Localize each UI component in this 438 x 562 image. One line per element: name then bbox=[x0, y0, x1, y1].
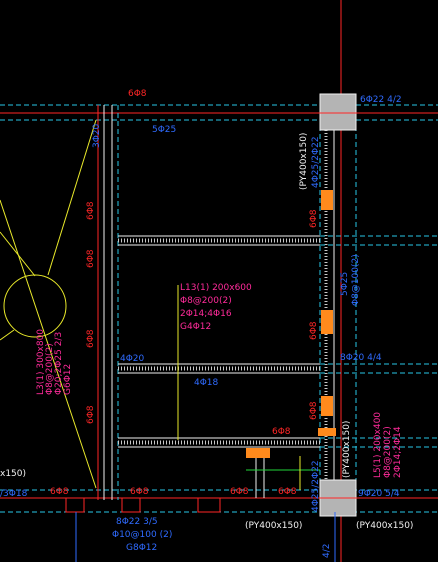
label-col-pier-low: (PY400x150) bbox=[342, 421, 352, 478]
label-left-edge-bottom: /3Φ18 bbox=[0, 489, 28, 499]
label-right-rebar-bottom: 9Φ20 5/4 bbox=[358, 489, 400, 499]
label-col-pier-top: (PY400x150) bbox=[299, 133, 309, 190]
label-left-beam-side: G6Φ12 bbox=[63, 364, 73, 395]
label-right-rebar-mid: 8Φ20 4/4 bbox=[340, 353, 382, 363]
label-top-beam-rebar: 5Φ25 bbox=[152, 125, 176, 135]
label-bottom-stirrup-d: 6Φ8 bbox=[278, 487, 297, 497]
label-col-pier-right-stirrup: Φ8@100(2) bbox=[351, 254, 361, 306]
label-beam-l13-side: G4Φ12 bbox=[180, 322, 211, 332]
label-beam-l13-name: L13(1) 200x600 bbox=[180, 283, 252, 293]
label-beam-l5-name: L5(1) 200x400 bbox=[373, 412, 383, 478]
label-bottom-stirrup-a: 6Φ8 bbox=[50, 487, 69, 497]
label-left-top-tag: 3Φ20 bbox=[92, 123, 102, 148]
label-bottom-stirrup-c: 6Φ8 bbox=[230, 487, 249, 497]
label-col-pier-low-rebar: 4Φ25/2Φ22 bbox=[311, 460, 321, 512]
column-top bbox=[319, 93, 357, 131]
secondary-beam-2 bbox=[118, 363, 438, 374]
label-right-stirrup-bottom: 6Φ8 bbox=[309, 401, 319, 420]
label-mid-rebar-b: 4Φ18 bbox=[194, 378, 219, 388]
cad-drawing-canvas: 6Φ22 4/2 5Φ25 6Φ8 3Φ20 6Φ8 6Φ8 6Φ8 6Φ8 L… bbox=[0, 0, 438, 562]
label-col-pier-rebar-top: 4Φ25/2Φ22 bbox=[311, 136, 321, 188]
label-left-stirrup-b: 6Φ8 bbox=[86, 249, 96, 268]
label-top-stirrup: 6Φ8 bbox=[128, 89, 147, 99]
label-beam-l5-main: 2Φ14;2Φ14 bbox=[393, 426, 403, 478]
label-beam-l13-main: 2Φ14;4Φ16 bbox=[180, 309, 232, 319]
label-left-stirrup-a: 6Φ8 bbox=[86, 201, 96, 220]
label-left-stirrup-c: 6Φ8 bbox=[86, 329, 96, 348]
label-right-stirrup-low: 6Φ8 bbox=[309, 321, 319, 340]
label-bottom-pier-a: (PY400x150) bbox=[245, 521, 302, 531]
secondary-beam-1 bbox=[118, 235, 438, 246]
label-top-right-rebar: 6Φ22 4/2 bbox=[360, 95, 402, 105]
label-beam-l5-stirrup: Φ8@200(2) bbox=[383, 426, 393, 478]
label-bottom-stirrup-b: 6Φ8 bbox=[130, 487, 149, 497]
label-mid-rebar-a: 4Φ20 bbox=[120, 354, 145, 364]
label-right-stirrup-mid: 6Φ8 bbox=[309, 209, 319, 228]
label-bottom-beam-stirrup: Φ10@100 (2) bbox=[112, 530, 172, 540]
label-corner-rebar: 4/2 bbox=[322, 544, 332, 558]
label-left-stirrup-d: 6Φ8 bbox=[86, 405, 96, 424]
yellow-line-d bbox=[0, 329, 15, 341]
label-bottom-beam-main: 8Φ22 3/5 bbox=[116, 517, 158, 527]
bottom-detail-boxes bbox=[65, 497, 221, 513]
label-bottom-beam-side: G8Φ12 bbox=[126, 543, 157, 553]
label-left-edge-top: x150) bbox=[0, 469, 26, 479]
label-bottom-stirrup-e: 6Φ8 bbox=[272, 427, 291, 437]
yellow-line-c bbox=[0, 231, 36, 277]
label-beam-l13-stirrup: Φ8@200(2) bbox=[180, 296, 232, 306]
label-col-pier-right-upper: 5Φ25 bbox=[340, 272, 350, 296]
label-bottom-pier-b: (PY400x150) bbox=[356, 521, 413, 531]
